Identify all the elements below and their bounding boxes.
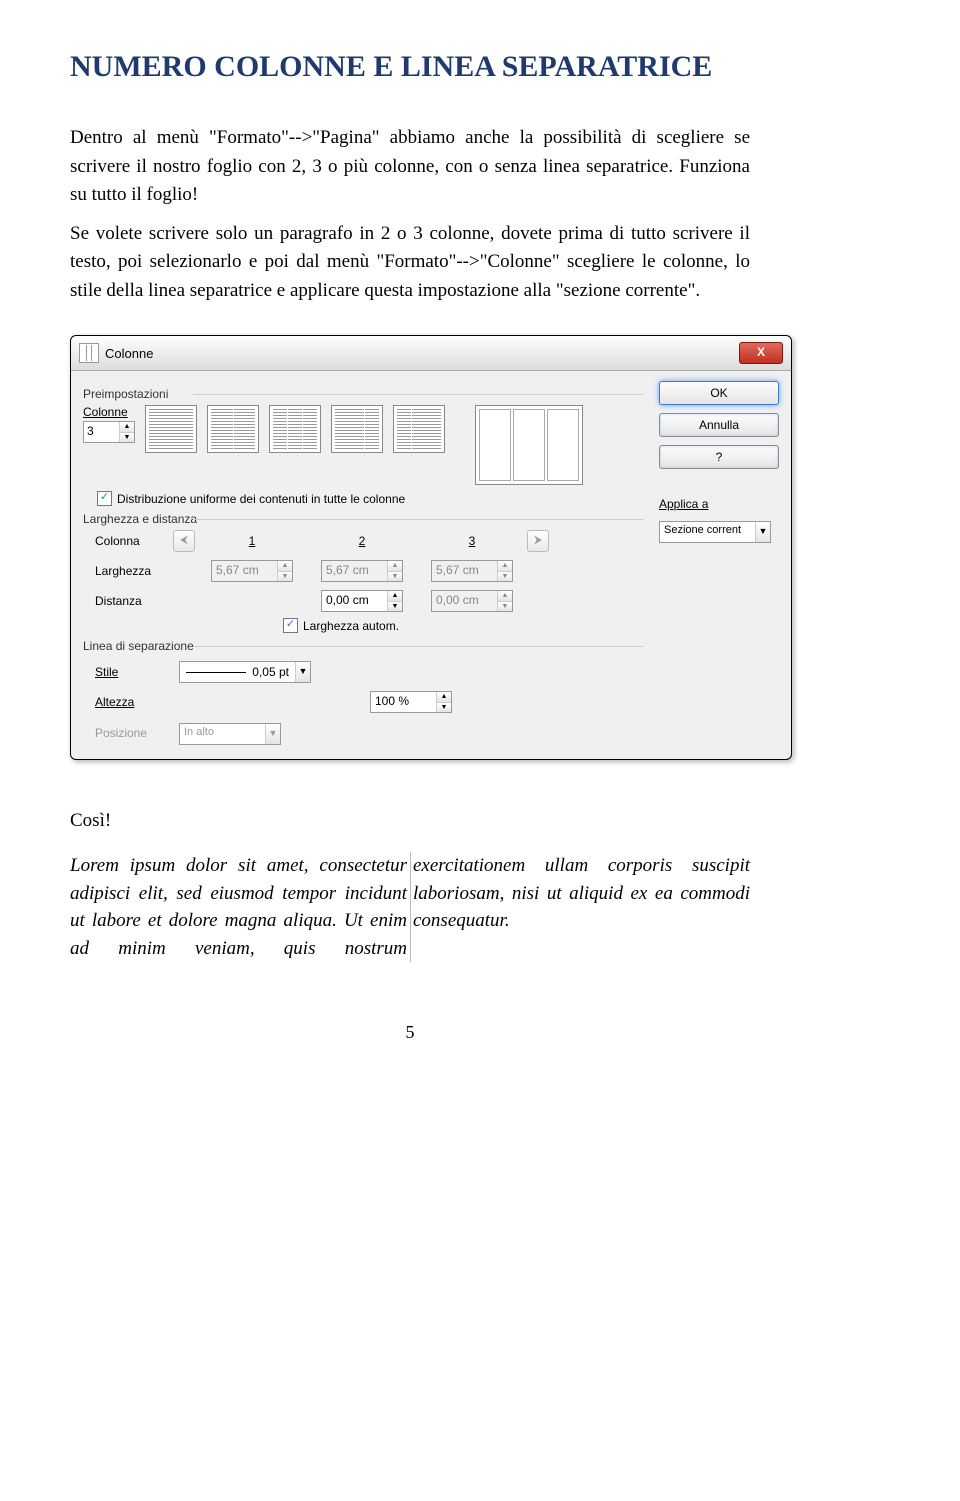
- dropdown-arrow-icon: ▼: [296, 662, 310, 682]
- prev-column-button[interactable]: ⮜: [173, 530, 195, 552]
- apply-to-dropdown[interactable]: Sezione corrent ▼: [659, 521, 771, 543]
- columns-count-spinner[interactable]: 3 ▲▼: [83, 421, 135, 443]
- preset-2-columns[interactable]: [207, 405, 259, 453]
- line-preview-icon: [186, 672, 246, 673]
- preset-right-wide[interactable]: [393, 405, 445, 453]
- separator-group-label: Linea di separazione: [83, 639, 643, 653]
- col-3-header: 3: [417, 534, 527, 548]
- width-3-input[interactable]: 5,67 cm▲▼: [431, 560, 513, 582]
- distance-row-label: Distanza: [83, 594, 173, 608]
- columns-preview: [475, 405, 583, 485]
- columns-count-label: Colonne: [83, 405, 135, 419]
- width-row-label: Larghezza: [83, 564, 173, 578]
- uniform-distribution-label: Distribuzione uniforme dei contenuti in …: [117, 492, 405, 506]
- column-header-label: Colonna: [83, 534, 173, 548]
- preset-left-wide[interactable]: [331, 405, 383, 453]
- cancel-button[interactable]: Annulla: [659, 413, 779, 437]
- width-1-input[interactable]: 5,67 cm▲▼: [211, 560, 293, 582]
- height-label: Altezza: [95, 695, 165, 709]
- example-caption: Così!: [70, 810, 750, 832]
- widths-group-label: Larghezza e distanza: [83, 512, 643, 526]
- spinner-up-icon[interactable]: ▲: [120, 422, 134, 433]
- distance-1-input[interactable]: 0,00 cm▲▼: [321, 590, 403, 612]
- apply-to-label: Applica a: [659, 497, 779, 511]
- distance-2-input[interactable]: 0,00 cm▲▼: [431, 590, 513, 612]
- position-label: Posizione: [95, 726, 165, 740]
- position-dropdown[interactable]: In alto ▼: [179, 723, 281, 745]
- line-style-value: 0,05 pt: [252, 665, 289, 679]
- dialog-title: Colonne: [105, 346, 153, 361]
- columns-dialog: Colonne X Preimpostazioni Colonne 3 ▲▼: [70, 335, 792, 760]
- auto-width-checkbox[interactable]: ✓: [283, 618, 298, 633]
- preset-1-column[interactable]: [145, 405, 197, 453]
- position-value: In alto: [180, 724, 266, 744]
- next-column-button[interactable]: ⮞: [527, 530, 549, 552]
- columns-count-value: 3: [84, 422, 120, 442]
- intro-paragraph-2: Se volete scrivere solo un paragrafo in …: [70, 220, 750, 306]
- intro-paragraph-1: Dentro al menù "Formato"-->"Pagina" abbi…: [70, 124, 750, 210]
- spinner-down-icon[interactable]: ▼: [120, 433, 134, 443]
- page-number: 5: [70, 1022, 750, 1043]
- style-label: Stile: [95, 665, 165, 679]
- help-button[interactable]: ?: [659, 445, 779, 469]
- ok-button[interactable]: OK: [659, 381, 779, 405]
- dropdown-arrow-icon: ▼: [756, 522, 770, 542]
- columns-app-icon: [79, 343, 99, 363]
- line-style-dropdown[interactable]: 0,05 pt ▼: [179, 661, 311, 683]
- auto-width-label: Larghezza autom.: [303, 619, 399, 633]
- dropdown-arrow-icon: ▼: [266, 724, 280, 744]
- page-heading: NUMERO COLONNE E LINEA SEPARATRICE: [70, 50, 750, 84]
- preset-3-columns[interactable]: [269, 405, 321, 453]
- close-button[interactable]: X: [739, 342, 783, 364]
- height-input[interactable]: 100 %▲▼: [370, 691, 452, 713]
- width-2-input[interactable]: 5,67 cm▲▼: [321, 560, 403, 582]
- dialog-titlebar: Colonne X: [71, 336, 791, 371]
- col-1-header: 1: [197, 534, 307, 548]
- col-2-header: 2: [307, 534, 417, 548]
- uniform-distribution-checkbox[interactable]: ✓: [97, 491, 112, 506]
- apply-to-value: Sezione corrent: [660, 522, 756, 542]
- two-column-example: Lorem ipsum dolor sit amet, consectetur …: [70, 852, 750, 962]
- presets-group-label: Preimpostazioni: [83, 387, 643, 401]
